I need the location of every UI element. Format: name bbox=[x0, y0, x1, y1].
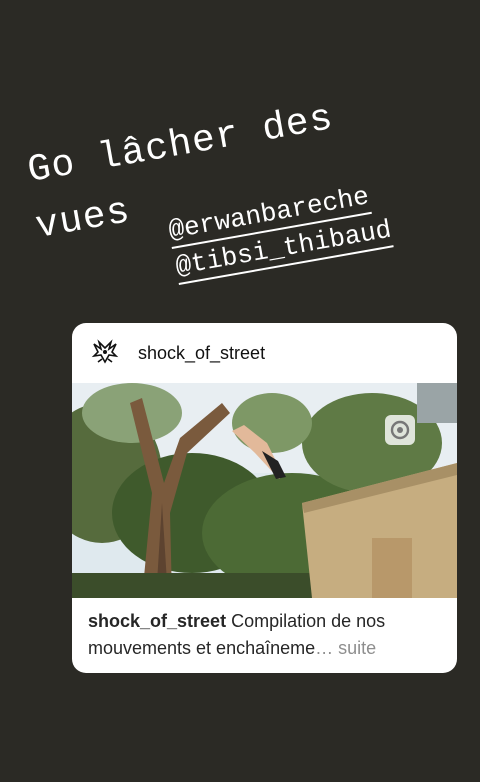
story-headline-line2: vues bbox=[32, 190, 134, 249]
shared-post-card[interactable]: shock_of_street shock_of_street Compilat… bbox=[72, 323, 457, 673]
post-username[interactable]: shock_of_street bbox=[138, 343, 265, 364]
post-header[interactable]: shock_of_street bbox=[72, 323, 457, 383]
bird-logo-icon[interactable] bbox=[90, 338, 120, 368]
video-icon bbox=[385, 415, 415, 445]
caption-more-link[interactable]: … suite bbox=[315, 638, 376, 658]
story-headline-line1: Go lâcher des bbox=[24, 96, 337, 193]
post-media[interactable] bbox=[72, 383, 457, 598]
caption-username[interactable]: shock_of_street bbox=[88, 611, 226, 631]
post-caption[interactable]: shock_of_street Compilation de nos mouve… bbox=[72, 598, 457, 662]
